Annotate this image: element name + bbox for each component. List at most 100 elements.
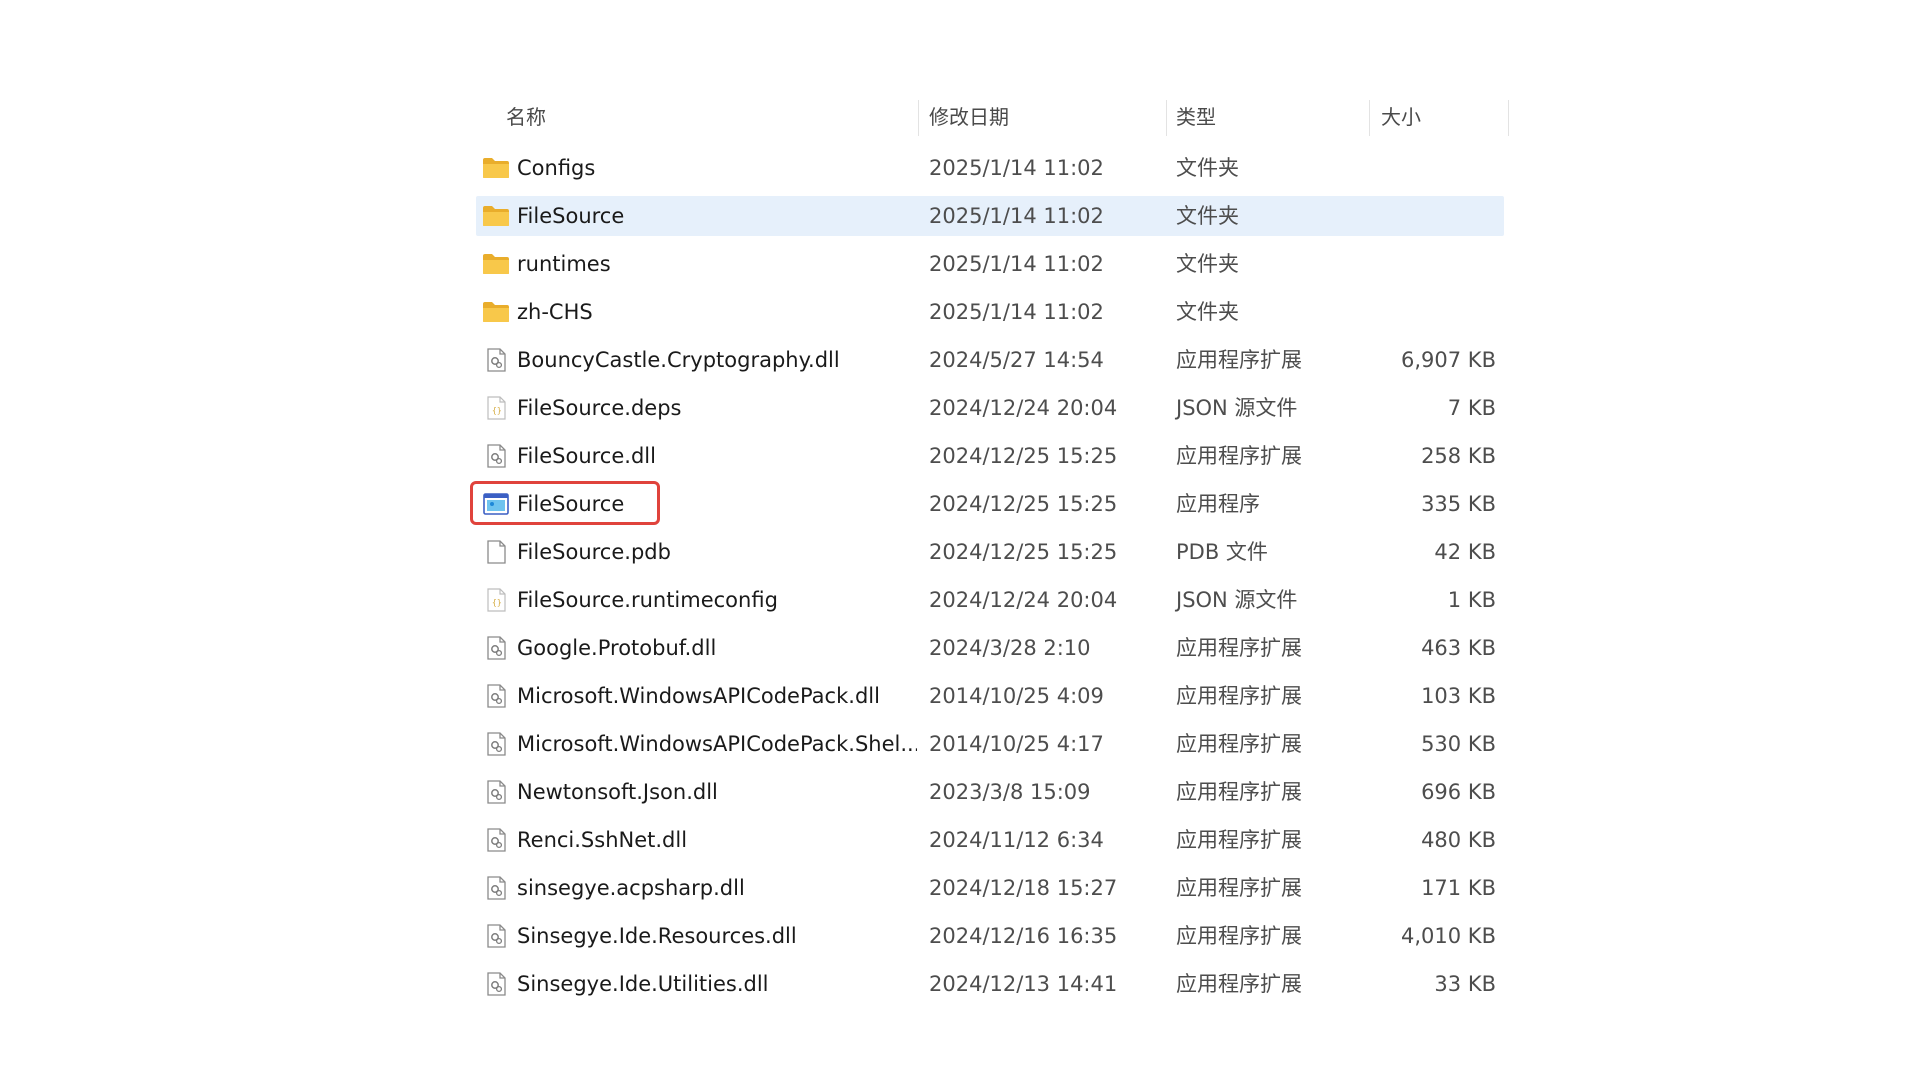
file-row[interactable]: Microsoft.WindowsAPICodePack.dll 2014/10/…: [476, 672, 1516, 720]
file-size: 480 KB: [1421, 828, 1496, 852]
file-row[interactable]: FileSource.pdb 2024/12/25 15:25 PDB 文件 42 K…: [476, 528, 1516, 576]
file-date: 2024/12/24 20:04: [929, 588, 1118, 612]
file-row[interactable]: FileSource.dll 2024/12/25 15:25 应用程序扩展 258 …: [476, 432, 1516, 480]
file-date: 2024/11/12 6:34: [929, 828, 1104, 852]
file-name[interactable]: FileSource: [517, 192, 917, 240]
file-row[interactable]: Google.Protobuf.dll 2024/3/28 2:10 应用程序扩展 4…: [476, 624, 1516, 672]
file-type: 文件夹: [1176, 252, 1239, 276]
file-row[interactable]: zh-CHS 2025/1/14 11:02 文件夹: [476, 288, 1516, 336]
file-date: 2025/1/14 11:02: [929, 204, 1104, 228]
dll-icon: [482, 972, 510, 996]
file-size: [1356, 288, 1496, 336]
file-size: 258 KB: [1421, 444, 1496, 468]
file-type: JSON 源文件: [1176, 588, 1298, 612]
file-type: 应用程序扩展: [1176, 348, 1302, 372]
folder-icon: [482, 204, 510, 228]
file-size: 103 KB: [1421, 684, 1496, 708]
column-divider[interactable]: [1369, 100, 1370, 136]
file-date: 2024/12/24 20:04: [929, 396, 1118, 420]
file-name[interactable]: Configs: [517, 144, 917, 192]
file-date: 2024/12/25 15:25: [929, 444, 1118, 468]
file-row[interactable]: Sinsegye.Ide.Utilities.dll 2024/12/13 14:…: [476, 960, 1516, 1008]
file-row[interactable]: Configs 2025/1/14 11:02 文件夹: [476, 144, 1516, 192]
file-type: 应用程序扩展: [1176, 636, 1302, 660]
file-size: 1 KB: [1447, 588, 1496, 612]
file-rows: Configs 2025/1/14 11:02 文件夹 FileSource 2025/…: [470, 144, 1516, 1008]
dll-icon: [482, 636, 510, 660]
file-row[interactable]: Renci.SshNet.dll 2024/11/12 6:34 应用程序扩展 480…: [476, 816, 1516, 864]
file-size: [1356, 144, 1496, 192]
file-date: 2024/12/18 15:27: [929, 876, 1118, 900]
file-date: 2024/12/16 16:35: [929, 924, 1118, 948]
file-name[interactable]: sinsegye.acpsharp.dll: [517, 864, 917, 912]
file-name[interactable]: FileSource.dll: [517, 432, 917, 480]
file-name[interactable]: Renci.SshNet.dll: [517, 816, 917, 864]
file-type: 应用程序扩展: [1176, 828, 1302, 852]
file-row[interactable]: Sinsegye.Ide.Resources.dll 2024/12/16 16:…: [476, 912, 1516, 960]
file-type: 应用程序扩展: [1176, 732, 1302, 756]
file-name[interactable]: FileSource.deps: [517, 384, 917, 432]
file-name[interactable]: FileSource.pdb: [517, 528, 917, 576]
dll-icon: [482, 444, 510, 468]
dll-icon: [482, 924, 510, 948]
file-list: 名称 修改日期 类型 大小 Configs 2025/1/14 11:02 文件夹 F…: [470, 90, 1516, 1008]
file-date: 2024/12/25 15:25: [929, 540, 1118, 564]
file-type: PDB 文件: [1176, 540, 1268, 564]
column-divider[interactable]: [918, 100, 919, 136]
column-header-date[interactable]: 修改日期: [929, 102, 1009, 132]
file-row[interactable]: FileSource 2025/1/14 11:02 文件夹: [476, 192, 1516, 240]
file-row[interactable]: FileSource 2024/12/25 15:25 应用程序 335 KB: [470, 480, 1516, 528]
file-date: 2024/12/13 14:41: [929, 972, 1118, 996]
file-row[interactable]: sinsegye.acpsharp.dll 2024/12/18 15:27 应用程…: [476, 864, 1516, 912]
file-name[interactable]: runtimes: [517, 240, 917, 288]
column-divider[interactable]: [1508, 100, 1509, 136]
dll-icon: [482, 684, 510, 708]
file-type: 应用程序: [1176, 492, 1260, 516]
file-size: 4,010 KB: [1401, 924, 1496, 948]
file-type: 应用程序扩展: [1176, 876, 1302, 900]
file-size: 171 KB: [1421, 876, 1496, 900]
file-name[interactable]: Google.Protobuf.dll: [517, 624, 917, 672]
file-date: 2024/3/28 2:10: [929, 636, 1091, 660]
file-size: 42 KB: [1434, 540, 1496, 564]
column-header-name[interactable]: 名称: [506, 102, 546, 132]
file-date: 2025/1/14 11:02: [929, 300, 1104, 324]
file-name[interactable]: Microsoft.WindowsAPICodePack.dll: [517, 672, 917, 720]
file-row[interactable]: BouncyCastle.Cryptography.dll 2024/5/27 1…: [476, 336, 1516, 384]
folder-icon: [482, 252, 510, 276]
file-row[interactable]: {} FileSource.runtimeconfig 2024/12/24 20:…: [476, 576, 1516, 624]
file-size: 335 KB: [1421, 492, 1496, 516]
column-header-type[interactable]: 类型: [1176, 102, 1216, 132]
file-size: [1356, 192, 1496, 240]
file-name[interactable]: FileSource.runtimeconfig: [517, 576, 917, 624]
file-type: 应用程序扩展: [1176, 924, 1302, 948]
folder-icon: [482, 156, 510, 180]
file-name[interactable]: Newtonsoft.Json.dll: [517, 768, 917, 816]
file-type: 应用程序扩展: [1176, 444, 1302, 468]
file-size: 530 KB: [1421, 732, 1496, 756]
column-divider[interactable]: [1166, 100, 1167, 136]
file-row[interactable]: Newtonsoft.Json.dll 2023/3/8 15:09 应用程序扩展 6…: [476, 768, 1516, 816]
file-row[interactable]: {} FileSource.deps 2024/12/24 20:04 JSON 源文…: [476, 384, 1516, 432]
file-size: [1356, 240, 1496, 288]
file-name[interactable]: FileSource: [517, 480, 917, 528]
file-type: 文件夹: [1176, 156, 1239, 180]
file-row[interactable]: runtimes 2025/1/14 11:02 文件夹: [476, 240, 1516, 288]
file-date: 2024/12/25 15:25: [929, 492, 1118, 516]
file-name[interactable]: BouncyCastle.Cryptography.dll: [517, 336, 917, 384]
column-header-size[interactable]: 大小: [1381, 102, 1421, 132]
file-name[interactable]: zh-CHS: [517, 288, 917, 336]
dll-icon: [482, 348, 510, 372]
file-size: 463 KB: [1421, 636, 1496, 660]
blank-file-icon: [482, 540, 510, 564]
file-type: 文件夹: [1176, 300, 1239, 324]
file-name[interactable]: Sinsegye.Ide.Utilities.dll: [517, 960, 917, 1008]
svg-text:{}: {}: [492, 598, 502, 607]
file-row[interactable]: Microsoft.WindowsAPICodePack.Shel... 2014…: [476, 720, 1516, 768]
file-date: 2023/3/8 15:09: [929, 780, 1091, 804]
file-name[interactable]: Sinsegye.Ide.Resources.dll: [517, 912, 917, 960]
file-name[interactable]: Microsoft.WindowsAPICodePack.Shel...: [517, 720, 917, 768]
file-size: 7 KB: [1447, 396, 1496, 420]
dll-icon: [482, 828, 510, 852]
file-type: 应用程序扩展: [1176, 780, 1302, 804]
